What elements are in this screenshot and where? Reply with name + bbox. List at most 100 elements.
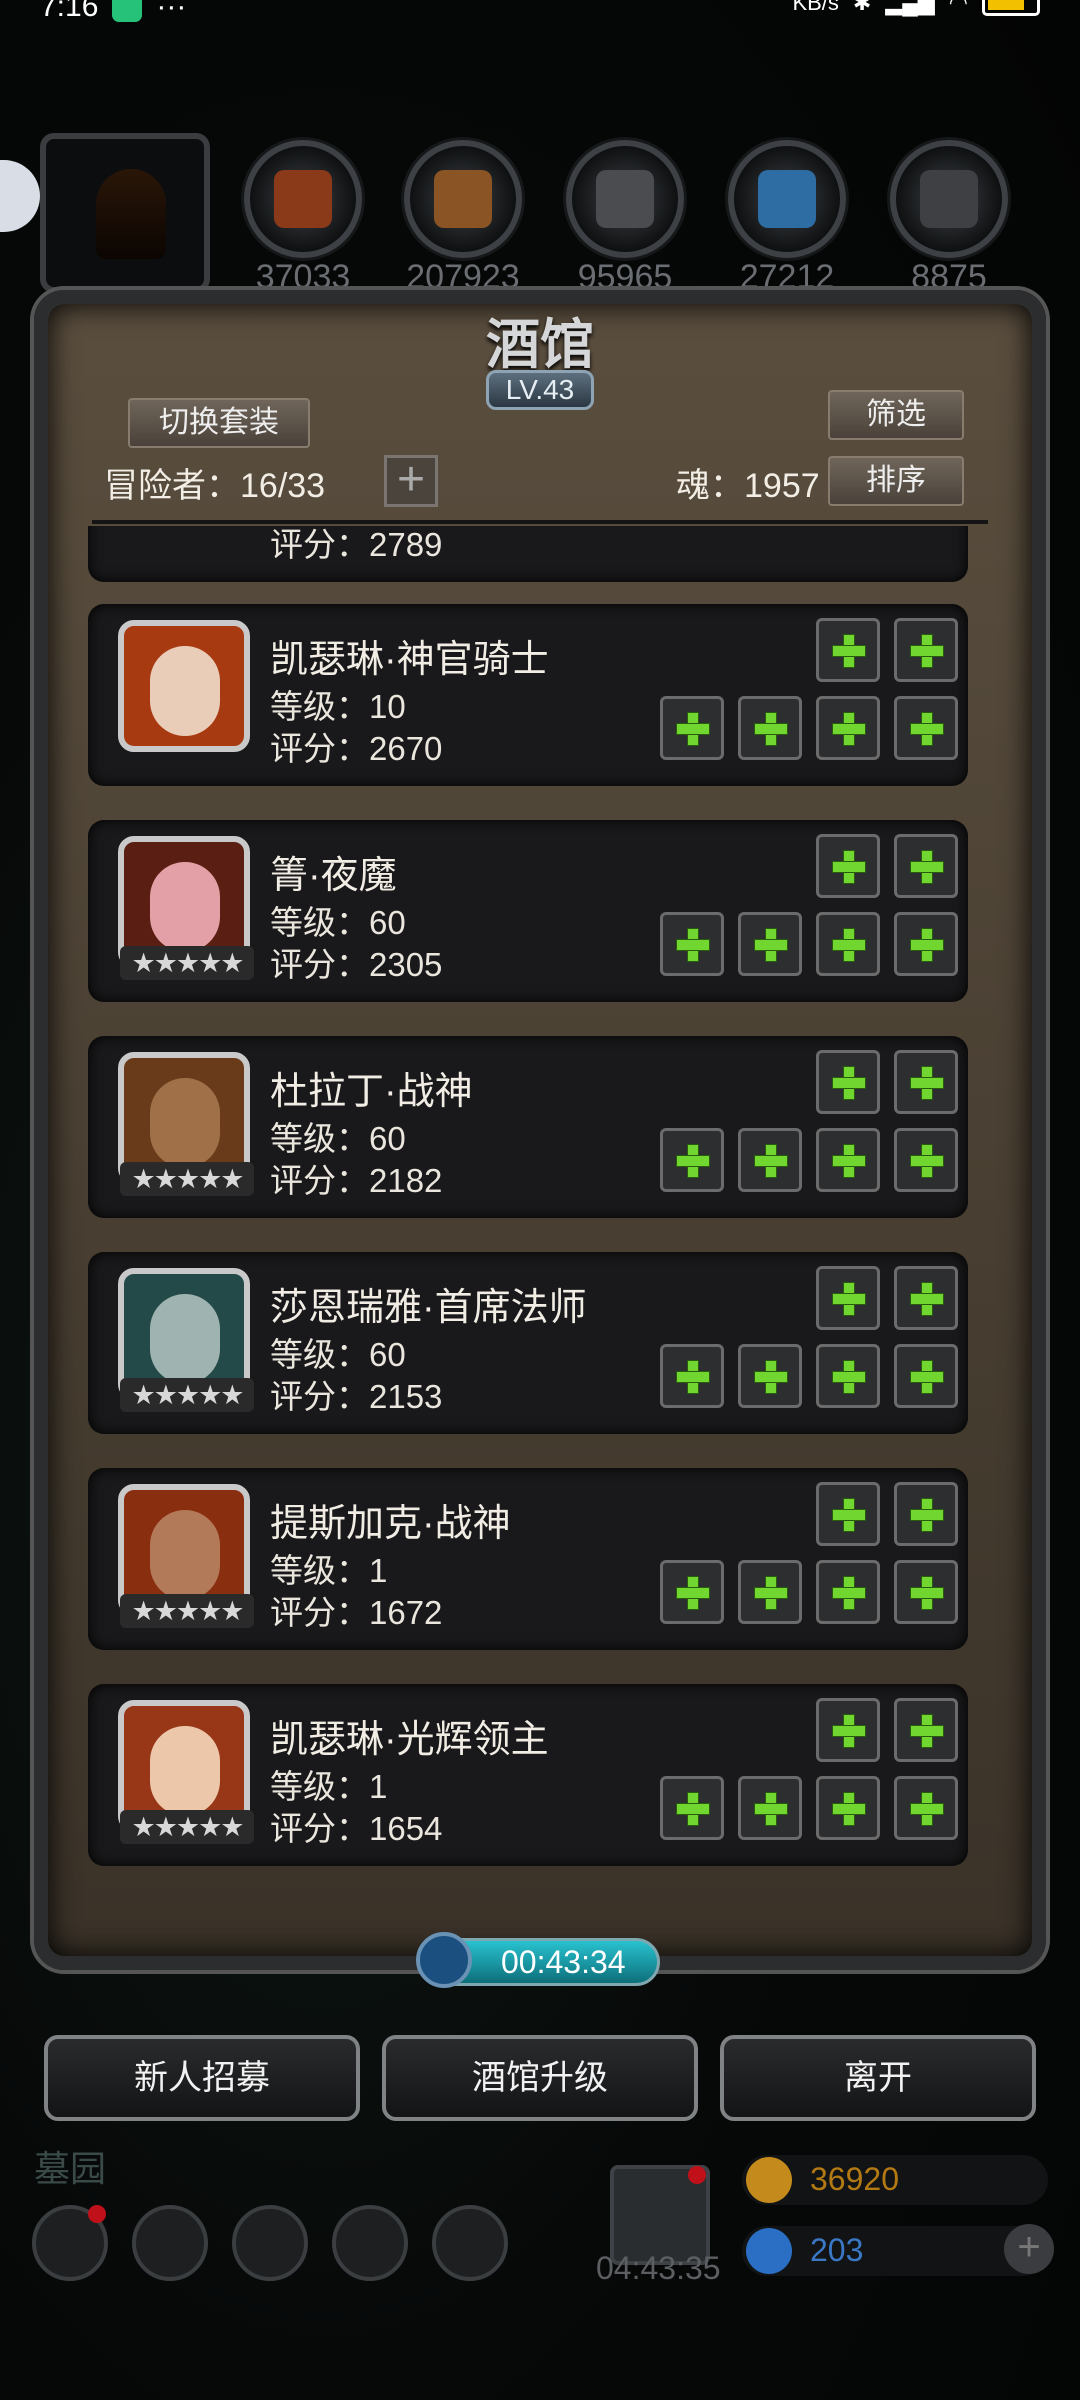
bluetooth-icon: ✱ — [852, 0, 872, 15]
hero-list[interactable]: 评分：2789 凯瑟琳·神官骑士 等级：10 评分：2670 ★★★★★ 箐·夜魔 等级：… — [88, 526, 992, 1906]
equip-slot-armor[interactable] — [738, 1560, 802, 1624]
equip-slot-ring-1[interactable] — [816, 1344, 880, 1408]
equip-slot-armor[interactable] — [738, 1344, 802, 1408]
add-plus-icon — [832, 1714, 866, 1748]
equip-slot-ring-1[interactable] — [816, 912, 880, 976]
notification-dot — [88, 2205, 106, 2223]
hero-level: 等级：1 — [270, 1552, 388, 1589]
add-currency-button[interactable]: + — [1004, 2224, 1054, 2274]
status-bar: 7:16 ··· KB/s ✱ ▂▄▆ ◠ — [0, 0, 1080, 40]
hero-level: 等级：60 — [270, 904, 406, 941]
clock-icon — [416, 1932, 472, 1988]
switch-outfit-button[interactable]: 切换套装 — [128, 398, 310, 448]
leave-button[interactable]: 离开 — [720, 2035, 1036, 2121]
hero-face-icon — [150, 1726, 220, 1816]
equip-slot-ring-2[interactable] — [894, 912, 958, 976]
equip-slot-ring-2[interactable] — [894, 1560, 958, 1624]
equip-slot-ring-1[interactable] — [816, 1128, 880, 1192]
hero-card[interactable]: ★★★★★ 莎恩瑞雅·首席法师 等级：60 评分：2153 — [88, 1252, 968, 1434]
list-item[interactable]: 评分：2789 — [88, 526, 968, 582]
wifi-icon: ◠ — [948, 0, 968, 15]
hero-portrait[interactable] — [118, 620, 250, 752]
add-plus-icon — [832, 1066, 866, 1100]
equip-slot-armor[interactable] — [738, 1128, 802, 1192]
equip-slot-weapon[interactable] — [660, 1776, 724, 1840]
equip-slot-weapon[interactable] — [660, 696, 724, 760]
equip-slot-accessory-2[interactable] — [894, 1266, 958, 1330]
equip-slot-weapon[interactable] — [660, 912, 724, 976]
equip-slot-accessory-2[interactable] — [894, 1482, 958, 1546]
equip-slot-accessory-1[interactable] — [816, 1698, 880, 1762]
iron-icon[interactable] — [566, 140, 684, 258]
hero-card[interactable]: ★★★★★ 提斯加克·战神 等级：1 评分：1672 — [88, 1468, 968, 1650]
add-plus-icon — [910, 928, 944, 962]
map-icon[interactable] — [432, 2205, 508, 2281]
equip-slot-accessory-1[interactable] — [816, 834, 880, 898]
more-icon: ··· — [156, 0, 187, 23]
equip-slot-armor[interactable] — [738, 696, 802, 760]
equip-slot-accessory-1[interactable] — [816, 1266, 880, 1330]
equip-slot-ring-2[interactable] — [894, 1344, 958, 1408]
add-plus-icon — [832, 1144, 866, 1178]
add-plus-icon — [832, 712, 866, 746]
equip-slot-ring-2[interactable] — [894, 1128, 958, 1192]
equip-slot-ring-1[interactable] — [816, 1560, 880, 1624]
equip-slot-accessory-2[interactable] — [894, 618, 958, 682]
hero-score: 评分：1654 — [270, 1810, 443, 1847]
add-plus-icon — [754, 1360, 788, 1394]
meat-icon[interactable] — [244, 140, 362, 258]
add-plus-icon — [832, 928, 866, 962]
star-rating: ★★★★★ — [120, 1378, 254, 1412]
add-plus-icon — [910, 1282, 944, 1316]
crystal-icon[interactable] — [728, 140, 846, 258]
hero-card[interactable]: ★★★★★ 箐·夜魔 等级：60 评分：2305 — [88, 820, 968, 1002]
add-plus-icon — [910, 1066, 944, 1100]
upgrade-tavern-button[interactable]: 酒馆升级 — [382, 2035, 698, 2121]
add-plus-icon — [676, 712, 710, 746]
adventurer-count: 冒险者：16/33 — [104, 467, 326, 505]
equip-slot-ring-2[interactable] — [894, 1776, 958, 1840]
add-plus-icon — [754, 928, 788, 962]
equip-slot-accessory-2[interactable] — [894, 834, 958, 898]
hero-name: 杜拉丁·战神 — [270, 1071, 473, 1113]
equip-slot-weapon[interactable] — [660, 1560, 724, 1624]
ore-icon[interactable] — [890, 140, 1008, 258]
wood-icon[interactable] — [404, 140, 522, 258]
equip-slot-accessory-2[interactable] — [894, 1698, 958, 1762]
recruit-button[interactable]: 新人招募 — [44, 2035, 360, 2121]
mail-icon[interactable] — [332, 2205, 408, 2281]
star-rating: ★★★★★ — [120, 1810, 254, 1844]
add-slot-button[interactable]: + — [384, 455, 438, 507]
equip-slot-ring-1[interactable] — [816, 696, 880, 760]
equip-slot-weapon[interactable] — [660, 1344, 724, 1408]
hero-card[interactable]: ★★★★★ 杜拉丁·战神 等级：60 评分：2182 — [88, 1036, 968, 1218]
star-rating: ★★★★★ — [120, 1594, 254, 1628]
equip-slot-weapon[interactable] — [660, 1128, 724, 1192]
hero-level: 等级：10 — [270, 688, 406, 725]
hero-card[interactable]: 凯瑟琳·神官骑士 等级：10 评分：2670 — [88, 604, 968, 786]
add-plus-icon — [676, 1144, 710, 1178]
equip-slot-accessory-1[interactable] — [816, 1482, 880, 1546]
equip-slot-armor[interactable] — [738, 1776, 802, 1840]
add-plus-icon — [832, 1498, 866, 1532]
hero-level: 等级：1 — [270, 1768, 388, 1805]
equip-slot-accessory-1[interactable] — [816, 1050, 880, 1114]
achievement-icon[interactable] — [132, 2205, 208, 2281]
hero-name: 凯瑟琳·神官骑士 — [270, 639, 549, 681]
equip-slot-ring-1[interactable] — [816, 1776, 880, 1840]
hero-score: 评分：1672 — [270, 1594, 443, 1631]
filter-button[interactable]: 筛选 — [828, 390, 964, 440]
star-rating: ★★★★★ — [120, 946, 254, 980]
player-avatar[interactable] — [40, 133, 210, 293]
hero-card[interactable]: ★★★★★ 凯瑟琳·光辉领主等级：1 评分：1654 — [88, 1684, 968, 1866]
gold-display: 36920 — [742, 2155, 1048, 2205]
sort-button[interactable]: 排序 — [828, 456, 964, 506]
add-plus-icon — [754, 1144, 788, 1178]
castle-icon[interactable] — [232, 2205, 308, 2281]
equip-slot-armor[interactable] — [738, 912, 802, 976]
add-plus-icon — [676, 1360, 710, 1394]
equip-slot-accessory-1[interactable] — [816, 618, 880, 682]
hero-name: 凯瑟琳·光辉领主 — [270, 1719, 549, 1761]
equip-slot-ring-2[interactable] — [894, 696, 958, 760]
equip-slot-accessory-2[interactable] — [894, 1050, 958, 1114]
